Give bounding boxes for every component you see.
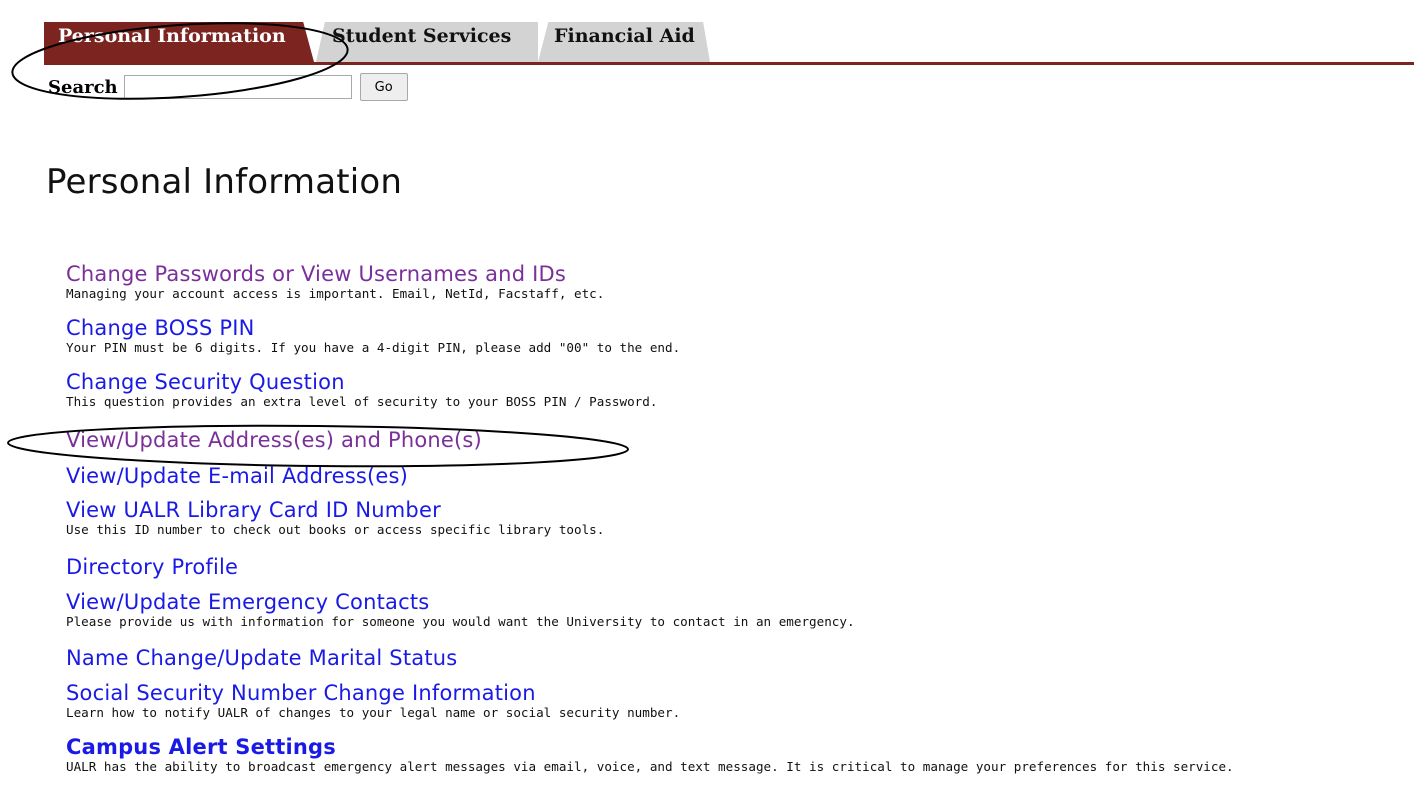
menu-item-address-phone: View/Update Address(es) and Phone(s) bbox=[66, 426, 482, 454]
search-input[interactable] bbox=[123, 75, 352, 99]
menu-item-emergency-contacts: View/Update Emergency Contacts Please pr… bbox=[66, 588, 855, 629]
menu-item-library-card: View UALR Library Card ID Number Use thi… bbox=[66, 496, 604, 537]
change-boss-pin-link[interactable]: Change BOSS PIN bbox=[66, 314, 680, 342]
menu-item-email-address: View/Update E-mail Address(es) bbox=[66, 462, 408, 490]
ssn-change-link[interactable]: Social Security Number Change Informatio… bbox=[66, 679, 680, 707]
search-bar: Search Go bbox=[48, 72, 408, 102]
library-card-link[interactable]: View UALR Library Card ID Number bbox=[66, 496, 604, 524]
menu-item-campus-alert: Campus Alert Settings UALR has the abili… bbox=[66, 733, 1234, 774]
tab-personal-information[interactable]: Personal Information bbox=[44, 22, 314, 62]
search-label: Search bbox=[48, 76, 118, 98]
library-card-description: Use this ID number to check out books or… bbox=[66, 522, 605, 537]
change-passwords-link[interactable]: Change Passwords or View Usernames and I… bbox=[66, 260, 604, 288]
change-security-question-description: This question provides an extra level of… bbox=[66, 394, 658, 409]
change-boss-pin-description: Your PIN must be 6 digits. If you have a… bbox=[66, 340, 681, 355]
tab-bar: Personal Information Student Services Fi… bbox=[0, 0, 1414, 66]
emergency-contacts-link[interactable]: View/Update Emergency Contacts bbox=[66, 588, 855, 616]
menu-item-change-security-question: Change Security Question This question p… bbox=[66, 368, 657, 409]
update-email-link[interactable]: View/Update E-mail Address(es) bbox=[66, 462, 408, 490]
campus-alert-link[interactable]: Campus Alert Settings bbox=[66, 733, 1234, 761]
page-title: Personal Information bbox=[46, 162, 403, 202]
update-address-phone-link[interactable]: View/Update Address(es) and Phone(s) bbox=[66, 426, 482, 454]
ssn-change-description: Learn how to notify UALR of changes to y… bbox=[66, 705, 681, 720]
go-button[interactable]: Go bbox=[359, 73, 408, 101]
tab-underline bbox=[44, 62, 1414, 65]
change-security-question-link[interactable]: Change Security Question bbox=[66, 368, 657, 396]
menu-item-ssn-change: Social Security Number Change Informatio… bbox=[66, 679, 680, 720]
campus-alert-description: UALR has the ability to broadcast emerge… bbox=[66, 759, 1234, 774]
menu-item-change-passwords: Change Passwords or View Usernames and I… bbox=[66, 260, 604, 301]
name-change-link[interactable]: Name Change/Update Marital Status bbox=[66, 644, 457, 672]
change-passwords-description: Managing your account access is importan… bbox=[66, 286, 605, 301]
menu-item-directory-profile: Directory Profile bbox=[66, 553, 238, 581]
tab-student-services[interactable]: Student Services bbox=[316, 22, 538, 62]
menu-item-change-boss-pin: Change BOSS PIN Your PIN must be 6 digit… bbox=[66, 314, 680, 355]
directory-profile-link[interactable]: Directory Profile bbox=[66, 553, 238, 581]
emergency-contacts-description: Please provide us with information for s… bbox=[66, 614, 855, 629]
tab-financial-aid[interactable]: Financial Aid bbox=[538, 22, 710, 62]
menu-item-name-change: Name Change/Update Marital Status bbox=[66, 644, 457, 672]
